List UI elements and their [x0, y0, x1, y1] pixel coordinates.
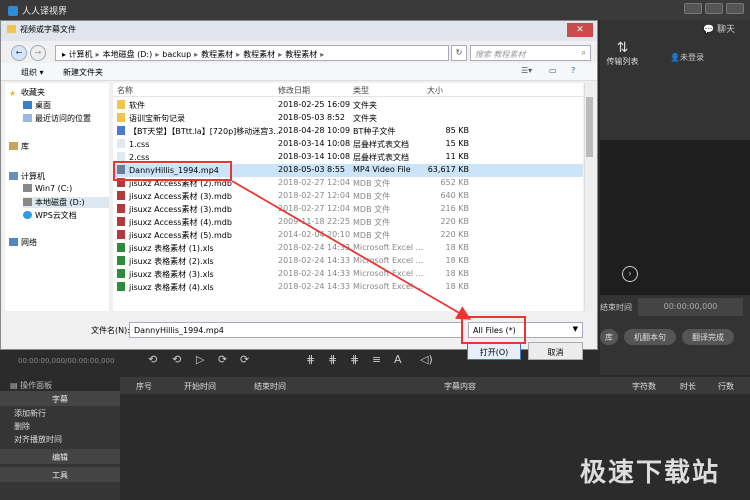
annotation-arrow — [231, 180, 472, 320]
